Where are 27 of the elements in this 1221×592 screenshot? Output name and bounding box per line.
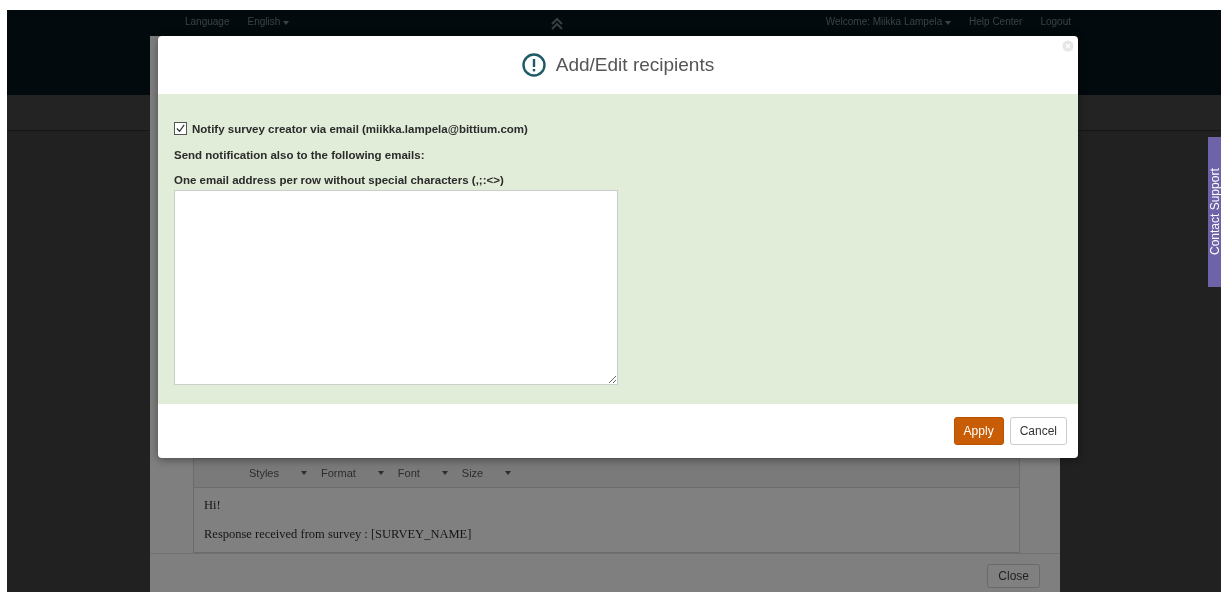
field-label: Send notification also to the following emails:	[174, 149, 426, 161]
toolbar-dropdown[interactable]: Size	[461, 467, 512, 479]
editor-text: Hi!	[204, 498, 222, 513]
apply-button[interactable]: Apply	[953, 417, 1004, 445]
language-dropdown[interactable]: English	[247, 16, 290, 27]
chevron-up-icon[interactable]	[550, 18, 565, 30]
field-label: One email address per row without special characters (,;:<>)	[174, 174, 505, 186]
checkbox-label: Notify survey creator via email (miikka.lampela@bittium.com)	[192, 122, 528, 135]
toolbar-dropdown[interactable]: Font	[397, 467, 448, 479]
caret-icon	[377, 471, 384, 475]
user-menu[interactable]: Welcome: Miikka Lampela	[825, 16, 952, 27]
caret-icon	[945, 21, 952, 25]
caret-icon	[300, 471, 307, 475]
cancel-button[interactable]: Cancel	[1009, 417, 1067, 445]
dialog-title: Add/Edit recipients	[555, 54, 715, 76]
caret-icon	[441, 471, 448, 475]
caret-icon	[283, 21, 290, 25]
exclamation-circle-icon	[521, 53, 546, 77]
contact-support-tab[interactable]: Contact Support	[1208, 137, 1221, 287]
close-icon[interactable]	[1062, 40, 1074, 52]
caret-icon	[505, 471, 512, 475]
toolbar-dropdown[interactable]: Format	[320, 467, 384, 479]
toolbar-dropdown[interactable]: Styles	[249, 467, 307, 479]
checkbox[interactable]	[174, 122, 187, 135]
email-input-field[interactable]	[174, 190, 618, 385]
close-button[interactable]: Close	[987, 564, 1040, 588]
editor-text: Response received from survey : [SURVEY_NAME]	[204, 527, 473, 542]
